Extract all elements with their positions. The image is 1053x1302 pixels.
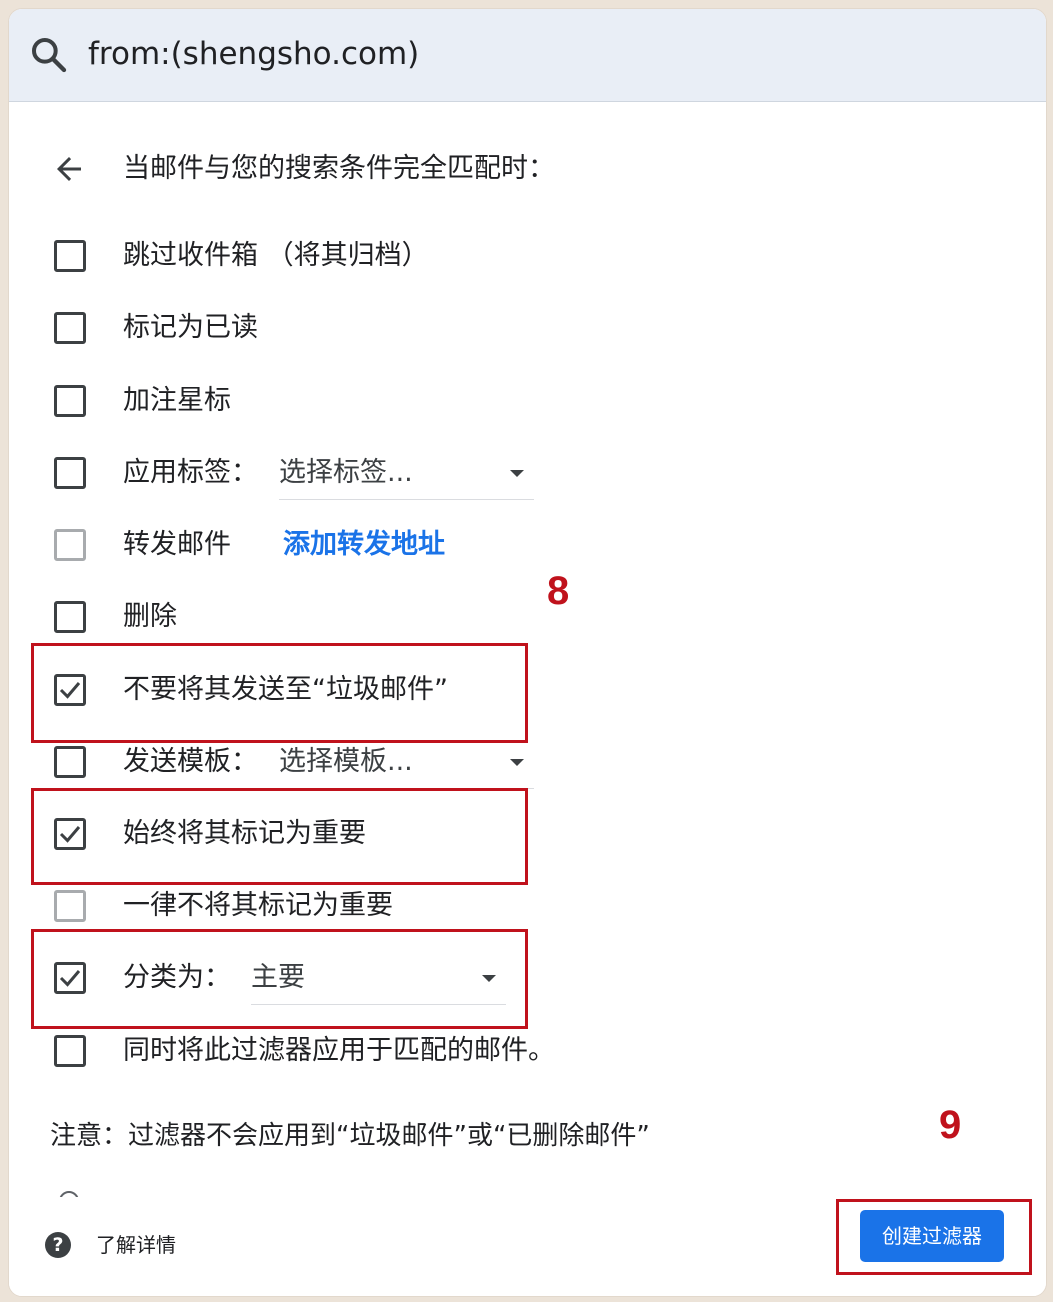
search-query[interactable]: from:(shengsho.com): [88, 31, 419, 77]
mark-as-read-checkbox[interactable]: [54, 312, 86, 344]
criteria-header-text: 当邮件与您的搜索条件完全匹配时：: [123, 153, 555, 184]
help-icon[interactable]: ?: [45, 1232, 71, 1258]
option-delete[interactable]: 删除: [9, 587, 1046, 647]
label-select-value: 选择标签...: [279, 457, 413, 488]
delete-checkbox[interactable]: [54, 601, 86, 633]
template-select[interactable]: 选择模板...: [279, 736, 534, 789]
step-number-9: 9: [939, 1103, 962, 1147]
option-mark-as-read[interactable]: 标记为已读: [9, 298, 1046, 358]
option-forward[interactable]: 转发邮件 添加转发地址: [9, 515, 1046, 575]
option-label: 应用标签：: [123, 457, 258, 488]
option-label: 同时将此过滤器应用于匹配的邮件。: [123, 1035, 555, 1066]
filter-dialog: from:(shengsho.com) 当邮件与您的搜索条件完全匹配时： 跳过收…: [8, 8, 1047, 1297]
option-never-important[interactable]: 一律不将其标记为重要: [9, 876, 1046, 936]
criteria-header: 当邮件与您的搜索条件完全匹配时：: [9, 139, 1046, 199]
filter-note: 注意：过滤器不会应用到“垃圾邮件”或“已删除邮件”: [50, 1121, 650, 1151]
back-arrow-icon[interactable]: [51, 151, 87, 187]
option-label: 加注星标: [123, 385, 231, 416]
option-label: 删除: [123, 601, 177, 632]
option-skip-inbox[interactable]: 跳过收件箱 （将其归档）: [9, 226, 1046, 286]
option-label: 标记为已读: [123, 312, 258, 343]
forward-checkbox[interactable]: [54, 529, 86, 561]
option-star-it[interactable]: 加注星标: [9, 371, 1046, 431]
learn-more-link[interactable]: 了解详情: [96, 1227, 176, 1263]
send-template-checkbox[interactable]: [54, 746, 86, 778]
highlight-box-never-spam: [31, 643, 528, 743]
apply-to-matching-checkbox[interactable]: [54, 1035, 86, 1067]
skip-inbox-checkbox[interactable]: [54, 240, 86, 272]
step-number-8: 8: [547, 569, 570, 613]
option-apply-to-matching[interactable]: 同时将此过滤器应用于匹配的邮件。: [9, 1021, 1046, 1081]
star-it-checkbox[interactable]: [54, 385, 86, 417]
dropdown-arrow-icon: [510, 470, 524, 477]
add-forwarding-address-link[interactable]: 添加转发地址: [283, 515, 445, 575]
search-icon[interactable]: [29, 35, 69, 75]
option-label: 转发邮件: [123, 529, 231, 560]
template-select-value: 选择模板...: [279, 746, 413, 777]
option-apply-label[interactable]: 应用标签： 选择标签...: [9, 443, 1046, 503]
option-label: 一律不将其标记为重要: [123, 890, 393, 921]
highlight-box-categorize: [31, 929, 528, 1029]
search-bar[interactable]: from:(shengsho.com): [9, 9, 1046, 102]
never-important-checkbox[interactable]: [54, 890, 86, 922]
option-label: 跳过收件箱 （将其归档）: [123, 240, 429, 271]
apply-label-checkbox[interactable]: [54, 457, 86, 489]
label-select[interactable]: 选择标签...: [279, 447, 534, 500]
highlight-box-always-important: [31, 788, 528, 885]
dropdown-arrow-icon: [510, 759, 524, 766]
highlight-box-create-filter: [836, 1199, 1032, 1275]
